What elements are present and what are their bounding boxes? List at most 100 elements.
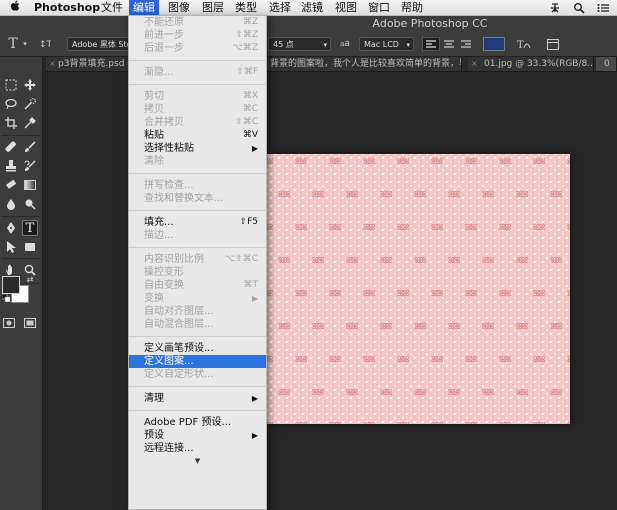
antialias-select[interactable]: Mac LCD ▾ bbox=[359, 37, 414, 51]
pattern-motif: ꕤꕤ bbox=[267, 289, 273, 298]
menu-item-label: 剪切 bbox=[144, 91, 164, 102]
search-icon[interactable] bbox=[572, 1, 586, 14]
blur-tool-icon[interactable] bbox=[3, 196, 19, 212]
pattern-motif: ꕤꕤ bbox=[312, 256, 324, 265]
antialias-icon: aa bbox=[340, 39, 350, 49]
menu-window[interactable]: 窗口 bbox=[364, 0, 394, 15]
pattern-motif: ꕤꕤ bbox=[380, 322, 392, 331]
menu-help[interactable]: 帮助 bbox=[397, 0, 427, 15]
pattern-motif: ꕤꕤ bbox=[278, 256, 290, 265]
brush-tool-icon[interactable] bbox=[22, 139, 38, 155]
align-center-icon[interactable] bbox=[441, 37, 457, 51]
pattern-motif: ꕤꕤ bbox=[363, 157, 375, 166]
menu-app-photoshop[interactable]: Photoshop bbox=[30, 0, 104, 15]
rectangle-tool-icon[interactable] bbox=[22, 239, 38, 255]
pen-tool-icon[interactable] bbox=[3, 220, 19, 236]
document-canvas[interactable]: ꕤ ꕤ ꕤ ꕤ ꕤ ꕤ ꕤ ꕤ ꕤ ꕤ ꕤ ꕤ ꕤ ꕤ ꕤ ꕤ ꕤ ꕤ ꕤ ꕤ ꕤ ꕤ ꕤ ꕤ ꕤ ꕤ ꕤ ꕤ ꕤ ꕤ ꕤ ꕤ ꕤ ꕤ ꕤ ꕤ ꕤꕤ ꕤꕤ… bbox=[267, 154, 570, 424]
menu-layer[interactable]: 图层 bbox=[198, 0, 228, 15]
pattern-motif: ꕤꕤ bbox=[567, 355, 570, 365]
quick-selection-tool-icon[interactable] bbox=[22, 96, 38, 112]
menu-item[interactable]: 粘贴 ⌘V bbox=[129, 129, 266, 142]
menu-item-label: 填充... bbox=[144, 217, 174, 228]
screen-mode-icon[interactable] bbox=[22, 315, 38, 331]
dodge-tool-icon[interactable] bbox=[22, 196, 38, 212]
menu-filter[interactable]: 滤镜 bbox=[297, 0, 327, 15]
menu-file[interactable]: 文件 bbox=[97, 0, 127, 15]
menu-item[interactable]: 远程连接... bbox=[129, 442, 266, 455]
menu-item: 变换 ▶ bbox=[129, 292, 266, 305]
antialias-value: Mac LCD bbox=[364, 40, 399, 49]
pattern-motif: ꕤꕤ bbox=[448, 322, 460, 331]
pattern-motif: ꕤꕤ bbox=[431, 223, 443, 232]
pattern-motif: ꕤꕤ bbox=[533, 223, 545, 232]
marquee-tool-icon[interactable] bbox=[3, 77, 19, 93]
tab-background-text[interactable]: 背景的图案啦，我个人是比较喜欢简单的背景，毕... bbox=[267, 57, 462, 71]
align-right-icon[interactable] bbox=[458, 37, 474, 51]
menu-separator bbox=[129, 60, 266, 61]
type-tool-icon[interactable]: T bbox=[22, 220, 38, 236]
text-color-swatch[interactable] bbox=[483, 37, 505, 51]
menu-item-label: 渐隐... bbox=[144, 67, 174, 78]
move-tool-icon[interactable] bbox=[22, 77, 38, 93]
close-icon[interactable]: × bbox=[471, 57, 478, 71]
pattern-motif: ꕤꕤ bbox=[295, 421, 307, 424]
pattern-motif: ꕤꕤ bbox=[397, 421, 409, 424]
quick-mask-icon[interactable] bbox=[1, 315, 17, 331]
history-brush-tool-icon[interactable] bbox=[22, 158, 38, 174]
menu-image[interactable]: 图像 bbox=[164, 0, 194, 15]
menu-item[interactable]: 选择性粘贴 ▶ bbox=[129, 142, 266, 155]
font-size-select[interactable]: 45 点 ▾ bbox=[268, 37, 331, 51]
apple-menu[interactable] bbox=[6, 0, 25, 15]
pattern-motif: ꕤꕤ bbox=[465, 223, 477, 232]
menu-item: 不能还原 ⌘Z bbox=[129, 16, 266, 29]
type-tool-preset-icon[interactable]: T bbox=[6, 36, 20, 52]
align-left-icon[interactable] bbox=[422, 37, 440, 51]
eraser-tool-icon[interactable] bbox=[3, 177, 19, 193]
menu-select[interactable]: 选择 bbox=[265, 0, 295, 15]
path-selection-tool-icon[interactable] bbox=[3, 239, 19, 255]
tab-01-jpg[interactable]: × 01.jpg @ 33.3%(RGB/8... bbox=[468, 57, 594, 71]
close-icon[interactable]: × bbox=[49, 57, 56, 71]
menu-item-shortcut: ⇧⌘C bbox=[235, 117, 258, 127]
foreground-color-swatch[interactable] bbox=[2, 276, 20, 294]
menu-item: 自由变换 ⌘T bbox=[129, 279, 266, 292]
menu-item-label: 变换 bbox=[144, 293, 164, 304]
menu-item[interactable]: Adobe PDF 预设... bbox=[129, 416, 266, 429]
lasso-tool-icon[interactable] bbox=[3, 96, 19, 112]
menu-separator bbox=[129, 410, 266, 411]
pattern-motif: ꕤꕤ bbox=[499, 289, 511, 298]
warp-text-icon[interactable]: T bbox=[515, 37, 533, 51]
gradient-tool-icon[interactable] bbox=[22, 177, 38, 193]
toggle-orientation-icon[interactable]: ↕T bbox=[38, 37, 52, 51]
pattern-motif: ꕤꕤ bbox=[295, 355, 307, 364]
healing-brush-tool-icon[interactable] bbox=[3, 139, 19, 155]
clone-stamp-tool-icon[interactable] bbox=[3, 158, 19, 174]
menu-item[interactable]: 清理 ▶ bbox=[129, 392, 266, 405]
eyedropper-tool-icon[interactable] bbox=[22, 115, 38, 131]
scroll-more-icon[interactable]: ▼ bbox=[129, 457, 266, 465]
tab-p3[interactable]: × p3背景填充.psd @ bbox=[46, 57, 131, 71]
menu-type[interactable]: 类型 bbox=[231, 0, 261, 15]
swap-colors-icon[interactable]: ⇄ bbox=[25, 274, 35, 284]
character-panel-icon[interactable] bbox=[545, 37, 561, 51]
pattern-motif: ꕤꕤ bbox=[465, 289, 477, 298]
ime-icon[interactable] bbox=[548, 1, 562, 14]
crop-tool-icon[interactable] bbox=[3, 115, 19, 131]
menu-item-shortcut: ⌘T bbox=[243, 280, 259, 290]
font-family-select[interactable]: Adobe 黑体 Std bbox=[67, 37, 129, 51]
tab-overflow[interactable]: 0 bbox=[596, 57, 617, 71]
menu-item[interactable]: 定义画笔预设... bbox=[129, 342, 266, 355]
menu-edit[interactable]: 编辑 bbox=[129, 0, 159, 15]
menu-item[interactable]: 预设 ▶ bbox=[129, 429, 266, 442]
submenu-arrow-icon: ▶ bbox=[251, 144, 258, 153]
pattern-motif: ꕤꕤ bbox=[516, 256, 528, 265]
chevron-down-icon[interactable]: ▾ bbox=[21, 37, 29, 51]
menu-item[interactable]: 定义图案... bbox=[129, 355, 266, 368]
pattern-motif: ꕤꕤ bbox=[516, 388, 528, 397]
menu-view[interactable]: 视图 bbox=[331, 0, 361, 15]
menu-item-label: 定义画笔预设... bbox=[144, 343, 214, 354]
menu-item[interactable]: 填充... ⇧F5 bbox=[129, 216, 266, 229]
default-colors-icon[interactable] bbox=[1, 293, 11, 303]
menu-item-shortcut: ⌥⇧⌘C bbox=[224, 254, 258, 264]
list-icon[interactable] bbox=[596, 1, 610, 14]
